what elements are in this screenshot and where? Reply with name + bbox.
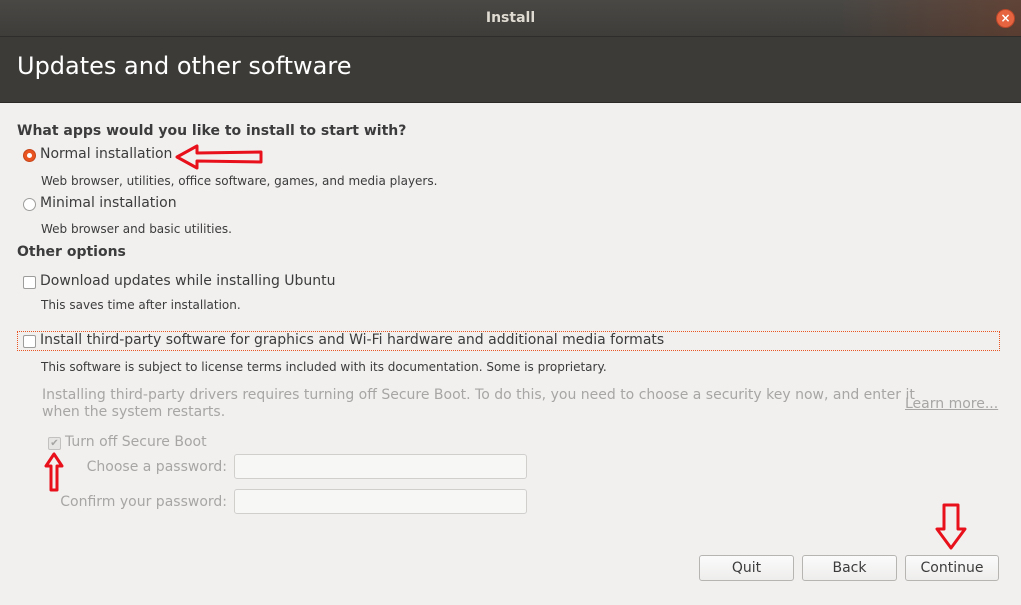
red-arrow-up-annotation bbox=[44, 452, 64, 492]
choose-password-label: Choose a password: bbox=[86, 459, 227, 475]
secure-boot-notice-line1: Installing third-party drivers requires … bbox=[42, 387, 915, 403]
choose-password-input[interactable] bbox=[234, 454, 527, 479]
turn-off-secure-boot-checkbox[interactable]: ✔ bbox=[48, 437, 61, 450]
minimal-installation-description: Web browser and basic utilities. bbox=[41, 222, 232, 236]
third-party-description: This software is subject to license term… bbox=[41, 360, 607, 374]
continue-button[interactable]: Continue bbox=[905, 555, 999, 581]
minimal-installation-radio[interactable] bbox=[23, 198, 36, 211]
page-title: Updates and other software bbox=[17, 52, 352, 80]
red-arrow-left-annotation bbox=[175, 144, 263, 170]
turn-off-secure-boot-label[interactable]: Turn off Secure Boot bbox=[65, 434, 207, 450]
download-updates-description: This saves time after installation. bbox=[41, 298, 241, 312]
third-party-checkbox[interactable] bbox=[23, 335, 36, 348]
secure-boot-notice-line2: when the system restarts. bbox=[42, 404, 226, 420]
learn-more-link[interactable]: Learn more... bbox=[905, 396, 998, 412]
back-button[interactable]: Back bbox=[802, 555, 897, 581]
red-arrow-down-annotation bbox=[935, 503, 967, 550]
window-titlebar: Install × bbox=[0, 0, 1021, 37]
window-title: Install bbox=[485, 10, 536, 26]
normal-installation-description: Web browser, utilities, office software,… bbox=[41, 174, 438, 188]
normal-installation-radio[interactable] bbox=[23, 149, 36, 162]
confirm-password-input[interactable] bbox=[234, 489, 527, 514]
minimal-installation-label[interactable]: Minimal installation bbox=[40, 195, 177, 211]
normal-installation-label[interactable]: Normal installation bbox=[40, 146, 172, 162]
apps-section-heading: What apps would you like to install to s… bbox=[17, 123, 407, 139]
quit-button[interactable]: Quit bbox=[699, 555, 794, 581]
close-icon[interactable]: × bbox=[996, 9, 1015, 28]
third-party-label[interactable]: Install third-party software for graphic… bbox=[40, 332, 664, 348]
download-updates-label[interactable]: Download updates while installing Ubuntu bbox=[40, 273, 336, 289]
other-options-heading: Other options bbox=[17, 244, 126, 260]
download-updates-checkbox[interactable] bbox=[23, 276, 36, 289]
confirm-password-label: Confirm your password: bbox=[60, 494, 227, 510]
